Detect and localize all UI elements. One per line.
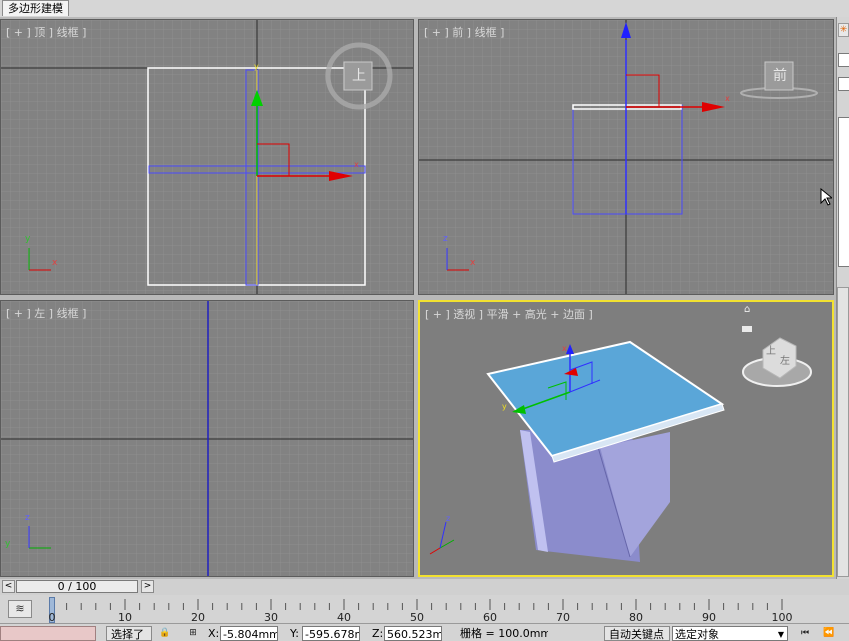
track-bar[interactable]: ≋ 0 10 20 30 40 50 60 70 80 90 100 (0, 595, 849, 624)
axis-label-z: z (443, 234, 448, 244)
axis-label-x: x (470, 258, 476, 268)
chevron-down-icon[interactable]: ▼ (778, 627, 784, 640)
viewport-top-canvas (1, 20, 413, 294)
axis-label-z: z (446, 514, 451, 523)
y-label: Y: (290, 627, 299, 640)
viewport-perspective[interactable]: [ + ] 透视 ] 平滑 + 高光 + 边面 ] ⌂ 上 左 x y z (418, 300, 834, 577)
x-label: X: (208, 627, 220, 640)
viewport-area: [ + ] 顶 ] 线框 ] 上 x y x y [ + ] 前 ] 线框 ] … (0, 17, 836, 579)
cursor-arrow-icon (820, 188, 832, 206)
y-coordinate-field[interactable]: -595.678m (302, 626, 360, 641)
time-slider: < 0 / 100 > (0, 579, 849, 595)
modifier-stack[interactable] (838, 117, 849, 267)
gizmo-label-y: y (502, 402, 507, 411)
viewport-perspective-label[interactable]: [ + ] 透视 ] 平滑 + 高光 + 边面 ] (425, 306, 593, 322)
selection-set-dropdown[interactable]: 选定对象 ▼ (672, 626, 788, 641)
viewcube-left-face[interactable]: 左 (780, 352, 790, 367)
grid-size-text: 栅格 = 100.0mm (460, 627, 548, 640)
viewport-left-label[interactable]: [ + ] 左 ] 线框 ] (6, 305, 86, 321)
viewport-front[interactable]: [ + ] 前 ] 线框 ] 前 x z x (418, 19, 834, 295)
modifier-list-dropdown[interactable] (838, 77, 849, 91)
go-to-start-icon[interactable]: ⏮ (798, 628, 812, 639)
viewcube-front-face[interactable]: 前 (766, 65, 794, 85)
axis-label-z: z (25, 513, 30, 523)
viewport-front-label[interactable]: [ + ] 前 ] 线框 ] (424, 24, 504, 40)
curve-editor-icon[interactable]: ≋ (8, 600, 32, 618)
object-name-field[interactable] (838, 53, 849, 67)
command-panel: ✳ (836, 17, 849, 579)
gizmo-label-x: x (725, 94, 730, 103)
axis-label-y: y (25, 234, 31, 244)
create-panel-icon[interactable]: ✳ (838, 23, 849, 37)
x-coordinate-field[interactable]: -5.804mm (220, 626, 278, 641)
status-bar: 选择了 🔒 ⊞ X: -5.804mm Y: -595.678m Z: 560.… (0, 623, 849, 641)
time-slider-next-button[interactable]: > (141, 580, 154, 593)
selection-status[interactable]: 选择了 (106, 626, 152, 641)
home-icon[interactable]: ⌂ (744, 304, 750, 315)
selection-set-value: 选定对象 (675, 628, 719, 641)
gizmo-label-y: y (254, 62, 259, 71)
absolute-mode-icon[interactable]: ⊞ (186, 628, 200, 639)
ribbon-bar: 多边形建模 (0, 0, 849, 18)
viewport-top-label[interactable]: [ + ] 顶 ] 线框 ] (6, 24, 86, 40)
viewport-left[interactable]: [ + ] 左 ] 线框 ] y z (0, 300, 414, 577)
viewport-front-canvas (419, 20, 833, 294)
lock-icon[interactable]: 🔒 (158, 628, 172, 639)
command-panel-scrollbar[interactable] (837, 287, 849, 577)
gizmo-label-x: x (354, 160, 359, 169)
auto-key-button[interactable]: 自动关键点 (604, 626, 670, 641)
z-coordinate-field[interactable]: 560.523mm (384, 626, 442, 641)
time-slider-thumb[interactable]: 0 / 100 (16, 580, 138, 593)
axis-label-y: y (5, 539, 11, 549)
maxscript-listener[interactable] (0, 626, 96, 641)
axis-label-x: x (52, 258, 58, 268)
gizmo-label-x: x (562, 344, 567, 353)
ruler-ticks (51, 599, 783, 610)
viewport-top[interactable]: [ + ] 顶 ] 线框 ] 上 x y x y (0, 19, 414, 295)
time-slider-prev-button[interactable]: < (2, 580, 15, 593)
viewcube-top-face[interactable]: 上 (345, 65, 373, 85)
ribbon-tab-polygon-modeling[interactable]: 多边形建模 (2, 0, 69, 16)
z-label: Z: (372, 627, 384, 640)
previous-frame-icon[interactable]: ⏪ (822, 628, 836, 639)
viewport-left-canvas (1, 301, 413, 576)
viewcube-top-face[interactable]: 上 (766, 342, 776, 357)
track-ruler[interactable]: 0 10 20 30 40 50 60 70 80 90 100 (48, 597, 804, 624)
